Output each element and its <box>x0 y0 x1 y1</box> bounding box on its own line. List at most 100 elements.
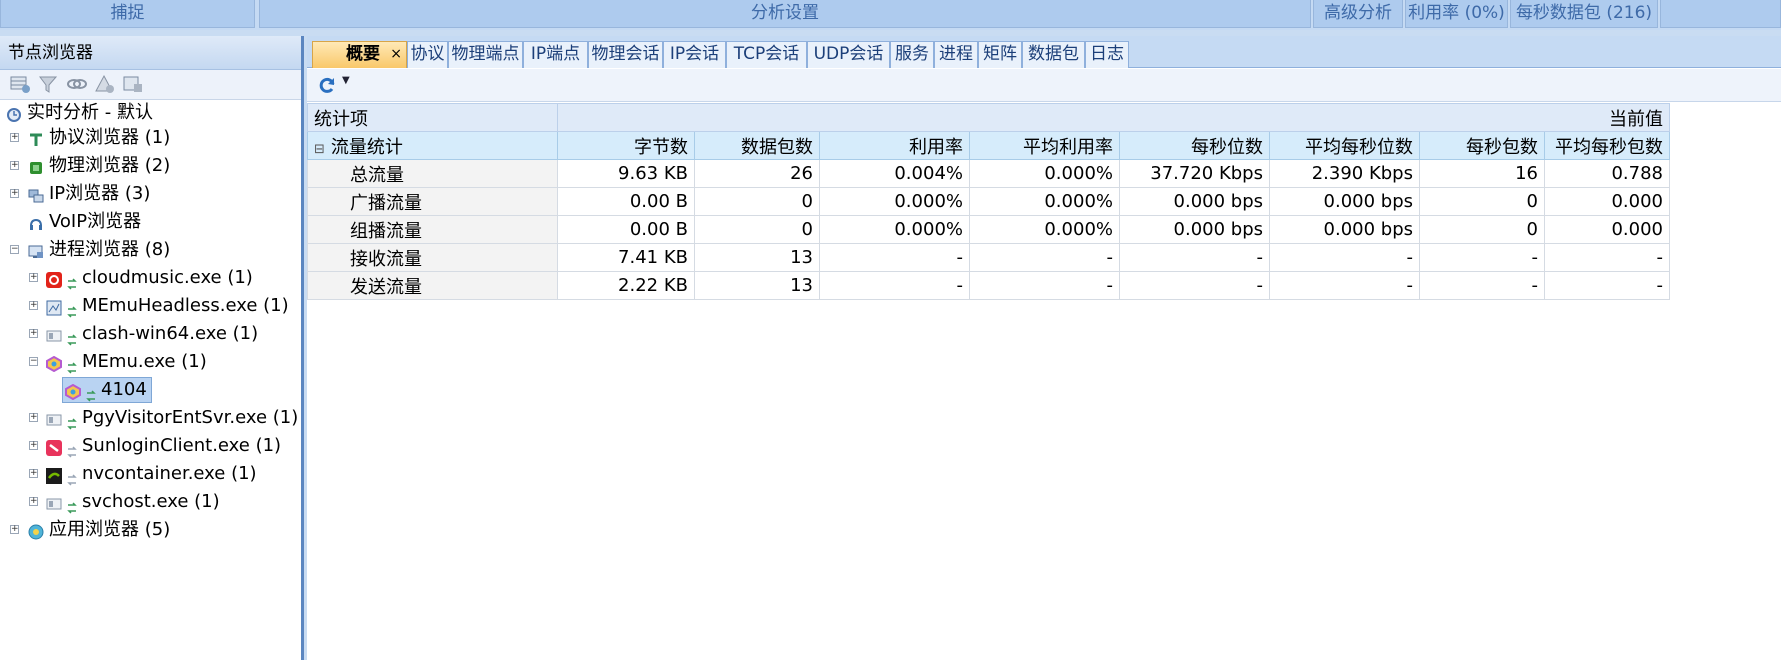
table-cell: 0.000 <box>1544 187 1670 216</box>
tab-log[interactable]: 日志 <box>1085 41 1129 68</box>
add-node-icon[interactable] <box>10 74 32 94</box>
tab-matrix[interactable]: 矩阵 <box>978 41 1022 68</box>
expand-icon[interactable]: + <box>10 133 19 142</box>
tree-item-ip[interactable]: + IP浏览器 (3) <box>10 181 150 207</box>
table-cell: - <box>819 243 970 272</box>
refresh-icon[interactable] <box>317 76 337 96</box>
table-cell: 0.000 bps <box>1119 215 1270 244</box>
expand-icon[interactable]: + <box>29 413 38 422</box>
tree-item-process-child[interactable]: + nvcontainer.exe (1) <box>29 461 257 487</box>
tree-item-protocol[interactable]: + 协议浏览器 (1) <box>10 125 171 151</box>
tab-physical-conversations[interactable]: 物理会话 <box>588 41 663 68</box>
node-tree: 实时分析 - 默认 + 协议浏览器 (1) + 物理浏览器 (2) + IP浏览… <box>0 100 301 660</box>
alert-icon[interactable] <box>94 74 116 94</box>
tree-item-process[interactable]: − 进程浏览器 (8) <box>10 237 171 263</box>
tab-strip: 概要 × 协议 物理端点 IP端点 物理会话 IP会话 TCP会话 UDP会话 … <box>307 36 1781 68</box>
summary-table: 统计项 当前值 ⊟ 流量统计 字节数 数据包数 利用率 平均利用率 每秒位数 平均… <box>307 103 1670 300</box>
filter-icon[interactable] <box>38 74 60 94</box>
tab-protocol[interactable]: 协议 <box>407 41 448 68</box>
tab-services[interactable]: 服务 <box>890 41 934 68</box>
expand-icon[interactable]: + <box>29 469 38 478</box>
traffic-arrows-icon <box>67 468 77 486</box>
table-cell: - <box>1419 271 1545 300</box>
capture-button[interactable]: 捕捉 <box>0 0 255 28</box>
stat-item-header: 统计项 <box>307 103 558 132</box>
nvidia-icon <box>46 466 62 484</box>
close-icon[interactable]: × <box>390 42 402 67</box>
chevron-down-icon[interactable]: ▼ <box>342 75 350 86</box>
column-header[interactable]: 平均每秒位数 <box>1269 131 1420 160</box>
tab-ip-conversations[interactable]: IP会话 <box>663 41 726 68</box>
tree-item-label: 协议浏览器 (1) <box>49 127 171 148</box>
export-icon[interactable] <box>122 74 144 94</box>
table-cell: 0.000% <box>969 215 1120 244</box>
collapse-icon[interactable]: ⊟ <box>314 142 325 157</box>
traffic-arrows-icon <box>67 272 77 290</box>
tree-item-process-child[interactable]: + PgyVisitorEntSvr.exe (1) <box>29 405 298 431</box>
column-header[interactable]: 每秒包数 <box>1419 131 1545 160</box>
column-header[interactable]: 每秒位数 <box>1119 131 1270 160</box>
tree-item-pid-selected[interactable]: 4104 <box>62 377 152 403</box>
collapse-icon[interactable]: − <box>10 245 19 254</box>
link-icon[interactable] <box>66 74 88 94</box>
packets-per-second-indicator[interactable]: 每秒数据包 (216) <box>1510 0 1658 28</box>
tree-item-physical[interactable]: + 物理浏览器 (2) <box>10 153 170 179</box>
tab-summary[interactable]: 概要 × <box>312 41 407 68</box>
node-browser-title: 节点浏览器 <box>0 36 301 70</box>
tree-item-process-child[interactable]: − MEmu.exe (1) <box>29 349 207 375</box>
traffic-arrows-icon <box>86 384 96 402</box>
tab-physical-endpoints[interactable]: 物理端点 <box>448 41 523 68</box>
column-header[interactable]: 字节数 <box>557 131 695 160</box>
realtime-analysis-icon <box>6 105 22 122</box>
tab-udp-conversations[interactable]: UDP会话 <box>807 41 890 68</box>
collapse-icon[interactable]: − <box>29 357 38 366</box>
tree-item-label: nvcontainer.exe (1) <box>82 463 257 484</box>
tree-item-label: MEmu.exe (1) <box>82 351 207 372</box>
table-row[interactable]: 接收流量 7.41 KB 13 - - - - - - <box>307 243 1670 272</box>
table-row[interactable]: 组播流量 0.00 B 0 0.000% 0.000% 0.000 bps 0.… <box>307 215 1670 244</box>
table-header: 统计项 当前值 <box>307 103 1670 132</box>
advanced-analysis-button[interactable]: 高级分析 <box>1313 0 1403 28</box>
table-row[interactable]: 总流量 9.63 KB 26 0.004% 0.000% 37.720 Kbps… <box>307 159 1670 188</box>
utilization-indicator[interactable]: 利用率 (0%) <box>1405 0 1508 28</box>
expand-icon[interactable]: + <box>29 497 38 506</box>
expand-icon[interactable]: + <box>29 441 38 450</box>
expand-icon[interactable]: + <box>10 189 19 198</box>
expand-icon[interactable]: + <box>10 525 19 534</box>
tree-item-apps[interactable]: + 应用浏览器 (5) <box>10 517 170 543</box>
tree-item-process-child[interactable]: + cloudmusic.exe (1) <box>29 265 253 291</box>
tree-item-label: 进程浏览器 (8) <box>49 239 171 260</box>
expand-icon[interactable]: + <box>29 329 38 338</box>
traffic-arrows-icon <box>67 328 77 346</box>
row-label: 总流量 <box>307 159 558 188</box>
current-value-header: 当前值 <box>557 103 1670 132</box>
table-cell: 0.000% <box>819 187 970 216</box>
column-header[interactable]: 平均每秒包数 <box>1544 131 1670 160</box>
table-cell: 0.000% <box>819 215 970 244</box>
tree-root[interactable]: 实时分析 - 默认 <box>6 100 153 126</box>
tree-item-process-child[interactable]: + clash-win64.exe (1) <box>29 321 258 347</box>
table-cell: 9.63 KB <box>557 159 695 188</box>
tree-item-voip[interactable]: VoIP浏览器 <box>28 209 141 235</box>
expand-icon[interactable]: + <box>29 301 38 310</box>
tab-tcp-conversations[interactable]: TCP会话 <box>726 41 807 68</box>
table-cell: 2.22 KB <box>557 271 695 300</box>
tab-processes[interactable]: 进程 <box>934 41 978 68</box>
app-window-icon <box>46 494 62 510</box>
table-cell: 0 <box>1419 187 1545 216</box>
table-cell: - <box>1119 243 1270 272</box>
column-header[interactable]: 利用率 <box>819 131 970 160</box>
analysis-settings-button[interactable]: 分析设置 <box>259 0 1311 28</box>
group-header[interactable]: ⊟ 流量统计 <box>307 131 558 160</box>
tab-ip-endpoints[interactable]: IP端点 <box>523 41 588 68</box>
tree-item-process-child[interactable]: + MEmuHeadless.exe (1) <box>29 293 289 319</box>
table-row[interactable]: 发送流量 2.22 KB 13 - - - - - - <box>307 271 1670 300</box>
expand-icon[interactable]: + <box>10 161 19 170</box>
expand-icon[interactable]: + <box>29 273 38 282</box>
tree-item-process-child[interactable]: + svchost.exe (1) <box>29 489 220 515</box>
table-row[interactable]: 广播流量 0.00 B 0 0.000% 0.000% 0.000 bps 0.… <box>307 187 1670 216</box>
tree-item-process-child[interactable]: + SunloginClient.exe (1) <box>29 433 281 459</box>
column-header[interactable]: 数据包数 <box>694 131 820 160</box>
tab-packets[interactable]: 数据包 <box>1022 41 1085 68</box>
column-header[interactable]: 平均利用率 <box>969 131 1120 160</box>
